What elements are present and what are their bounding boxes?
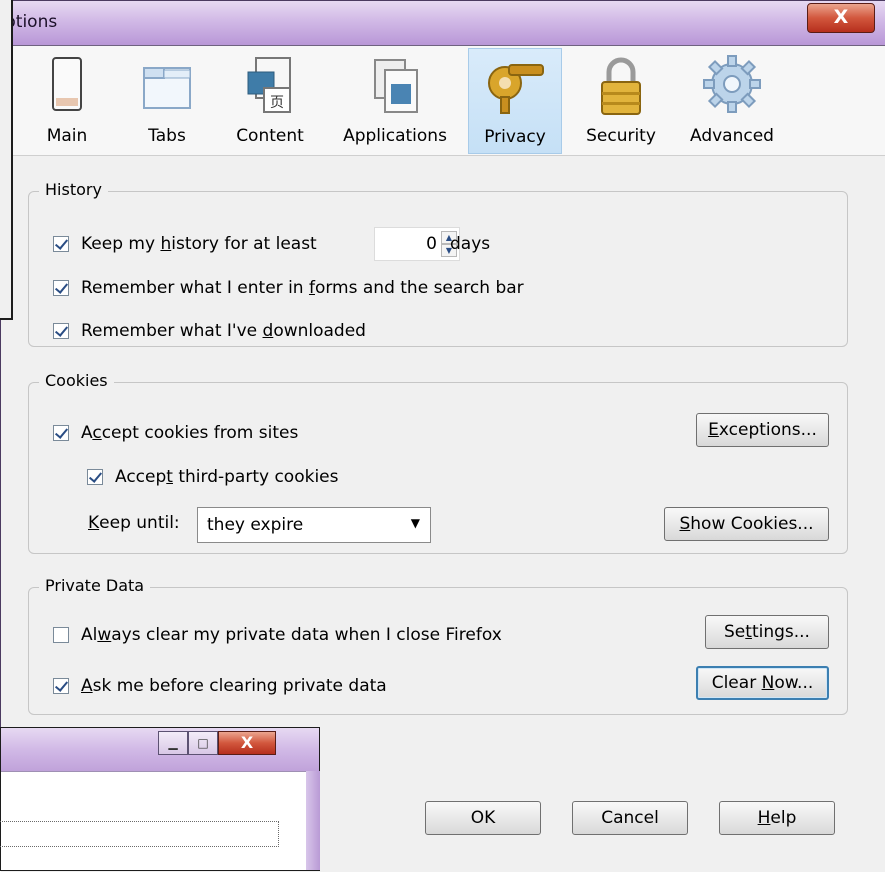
background-window-bottom[interactable]: ▁ □ X [0,727,320,871]
keep-until-value: they expire [207,515,304,535]
tab-applications[interactable]: Applications [335,48,455,154]
main-window-icon [52,57,82,111]
tab-main[interactable]: Main [35,48,99,154]
svg-text:页: 页 [270,95,284,111]
keep-until-label: Keep until: [88,513,180,533]
tab-content-label: Content [236,126,304,146]
ask-before-clearing-row[interactable]: Ask me before clearing private data [53,676,387,696]
remember-forms-checkbox[interactable] [53,280,69,296]
settings-button[interactable]: Settings... [705,615,829,649]
applications-icon [374,59,418,113]
privacy-key-icon [488,64,544,114]
history-days-spinner[interactable]: 0 ▲ ▼ [374,227,460,261]
cookies-group: Cookies Accept cookies from sites Except… [28,371,848,554]
help-button[interactable]: Help [719,801,835,835]
tab-tabs[interactable]: Tabs [129,48,205,154]
remember-downloads-label: Remember what I've downloaded [81,321,366,341]
keep-history-row[interactable]: Keep my history for at least [53,234,317,254]
tab-privacy[interactable]: Privacy [468,48,562,154]
title-bar[interactable]: ptions X [1,1,885,45]
background-window-field[interactable] [0,821,279,847]
accept-cookies-row[interactable]: Accept cookies from sites [53,423,298,443]
background-window-left[interactable] [0,0,13,320]
background-window-body [0,771,319,870]
cancel-button[interactable]: Cancel [572,801,688,835]
background-window-title-bar[interactable]: ▁ □ X [1,728,319,771]
history-days-value: 0 [426,234,437,254]
tab-security[interactable]: Security [578,48,664,154]
third-party-cookies-checkbox[interactable] [87,469,103,485]
chevron-down-icon[interactable]: ▼ [411,516,420,530]
tabs-icon [143,67,191,109]
padlock-icon [601,57,641,115]
remember-forms-label: Remember what I enter in forms and the s… [81,278,524,298]
days-label: days [450,234,491,254]
ask-before-clearing-label: Ask me before clearing private data [81,676,387,696]
background-window-border [306,771,320,870]
ask-before-clearing-checkbox[interactable] [53,678,69,694]
show-cookies-button[interactable]: Show Cookies... [664,507,829,541]
gear-icon [703,55,761,113]
exceptions-button[interactable]: Exceptions... [696,413,829,447]
keep-history-checkbox[interactable] [53,236,69,252]
third-party-cookies-label: Accept third-party cookies [115,467,339,487]
tab-applications-label: Applications [343,126,447,146]
background-window-close-button[interactable]: X [218,731,276,755]
ok-button[interactable]: OK [425,801,541,835]
minimize-icon[interactable]: ▁ [158,731,188,755]
tab-advanced[interactable]: Advanced [680,48,784,154]
category-toolbar: Main Tabs 页 Content Applications Privacy… [1,46,885,156]
keep-history-label: Keep my history for at least [81,234,317,254]
accept-cookies-checkbox[interactable] [53,425,69,441]
tab-main-label: Main [46,126,88,146]
keep-until-select[interactable]: they expire ▼ [197,507,431,543]
remember-forms-row[interactable]: Remember what I enter in forms and the s… [53,278,524,298]
close-button[interactable]: X [807,3,875,33]
remember-downloads-checkbox[interactable] [53,323,69,339]
always-clear-checkbox[interactable] [53,627,69,643]
third-party-cookies-row[interactable]: Accept third-party cookies [87,467,339,487]
always-clear-label: Always clear my private data when I clos… [81,625,502,645]
tab-privacy-label: Privacy [484,127,546,147]
content-icon: 页 [247,57,291,113]
always-clear-row[interactable]: Always clear my private data when I clos… [53,625,502,645]
tab-tabs-label: Tabs [148,126,186,146]
private-data-group: Private Data Always clear my private dat… [28,576,848,715]
remember-downloads-row[interactable]: Remember what I've downloaded [53,321,366,341]
tab-advanced-label: Advanced [690,126,774,146]
history-legend: History [39,180,108,199]
tab-content[interactable]: 页 Content [227,48,313,154]
maximize-icon[interactable]: □ [188,731,218,755]
history-group: History Keep my history for at least 0 ▲… [28,180,848,347]
accept-cookies-label: Accept cookies from sites [81,423,299,443]
clear-now-button[interactable]: Clear Now... [696,666,829,700]
cookies-legend: Cookies [39,371,114,390]
private-data-legend: Private Data [39,576,151,595]
tab-security-label: Security [586,126,656,146]
